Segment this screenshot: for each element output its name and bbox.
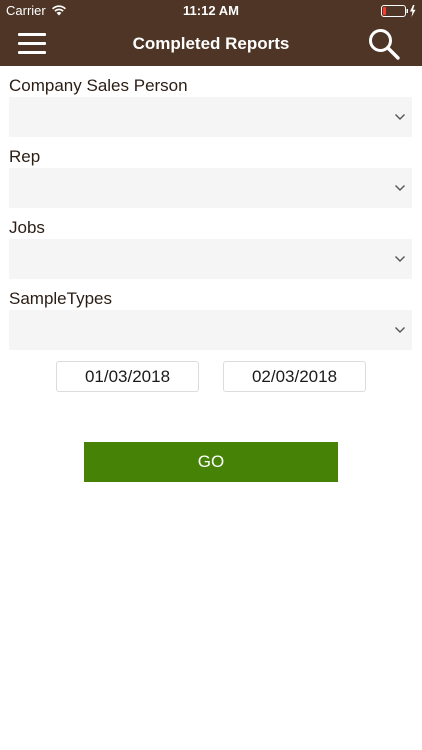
status-bar: Carrier 11:12 AM (0, 0, 422, 22)
company-sales-person-label: Company Sales Person (9, 76, 188, 95)
battery-low-icon (381, 5, 416, 17)
navigation-bar: Completed Reports (0, 22, 422, 66)
chevron-down-icon (395, 327, 405, 333)
go-button[interactable]: GO (84, 442, 338, 482)
chevron-down-icon (395, 185, 405, 191)
company-sales-person-dropdown[interactable] (9, 97, 412, 137)
chevron-down-icon (395, 114, 405, 120)
chevron-down-icon (395, 256, 405, 262)
app-header: Carrier 11:12 AM Completed Reports (0, 0, 422, 66)
sample-types-label: SampleTypes (9, 289, 112, 308)
rep-dropdown[interactable] (9, 168, 412, 208)
jobs-dropdown[interactable] (9, 239, 412, 279)
jobs-label: Jobs (9, 218, 45, 237)
search-icon[interactable] (367, 27, 401, 61)
rep-label: Rep (9, 147, 41, 166)
status-time: 11:12 AM (183, 3, 239, 18)
sample-types-dropdown[interactable] (9, 310, 412, 350)
end-date-field[interactable]: 02/03/2018 (223, 361, 366, 392)
page-title: Completed Reports (132, 34, 290, 53)
start-date-field[interactable]: 01/03/2018 (56, 361, 199, 392)
